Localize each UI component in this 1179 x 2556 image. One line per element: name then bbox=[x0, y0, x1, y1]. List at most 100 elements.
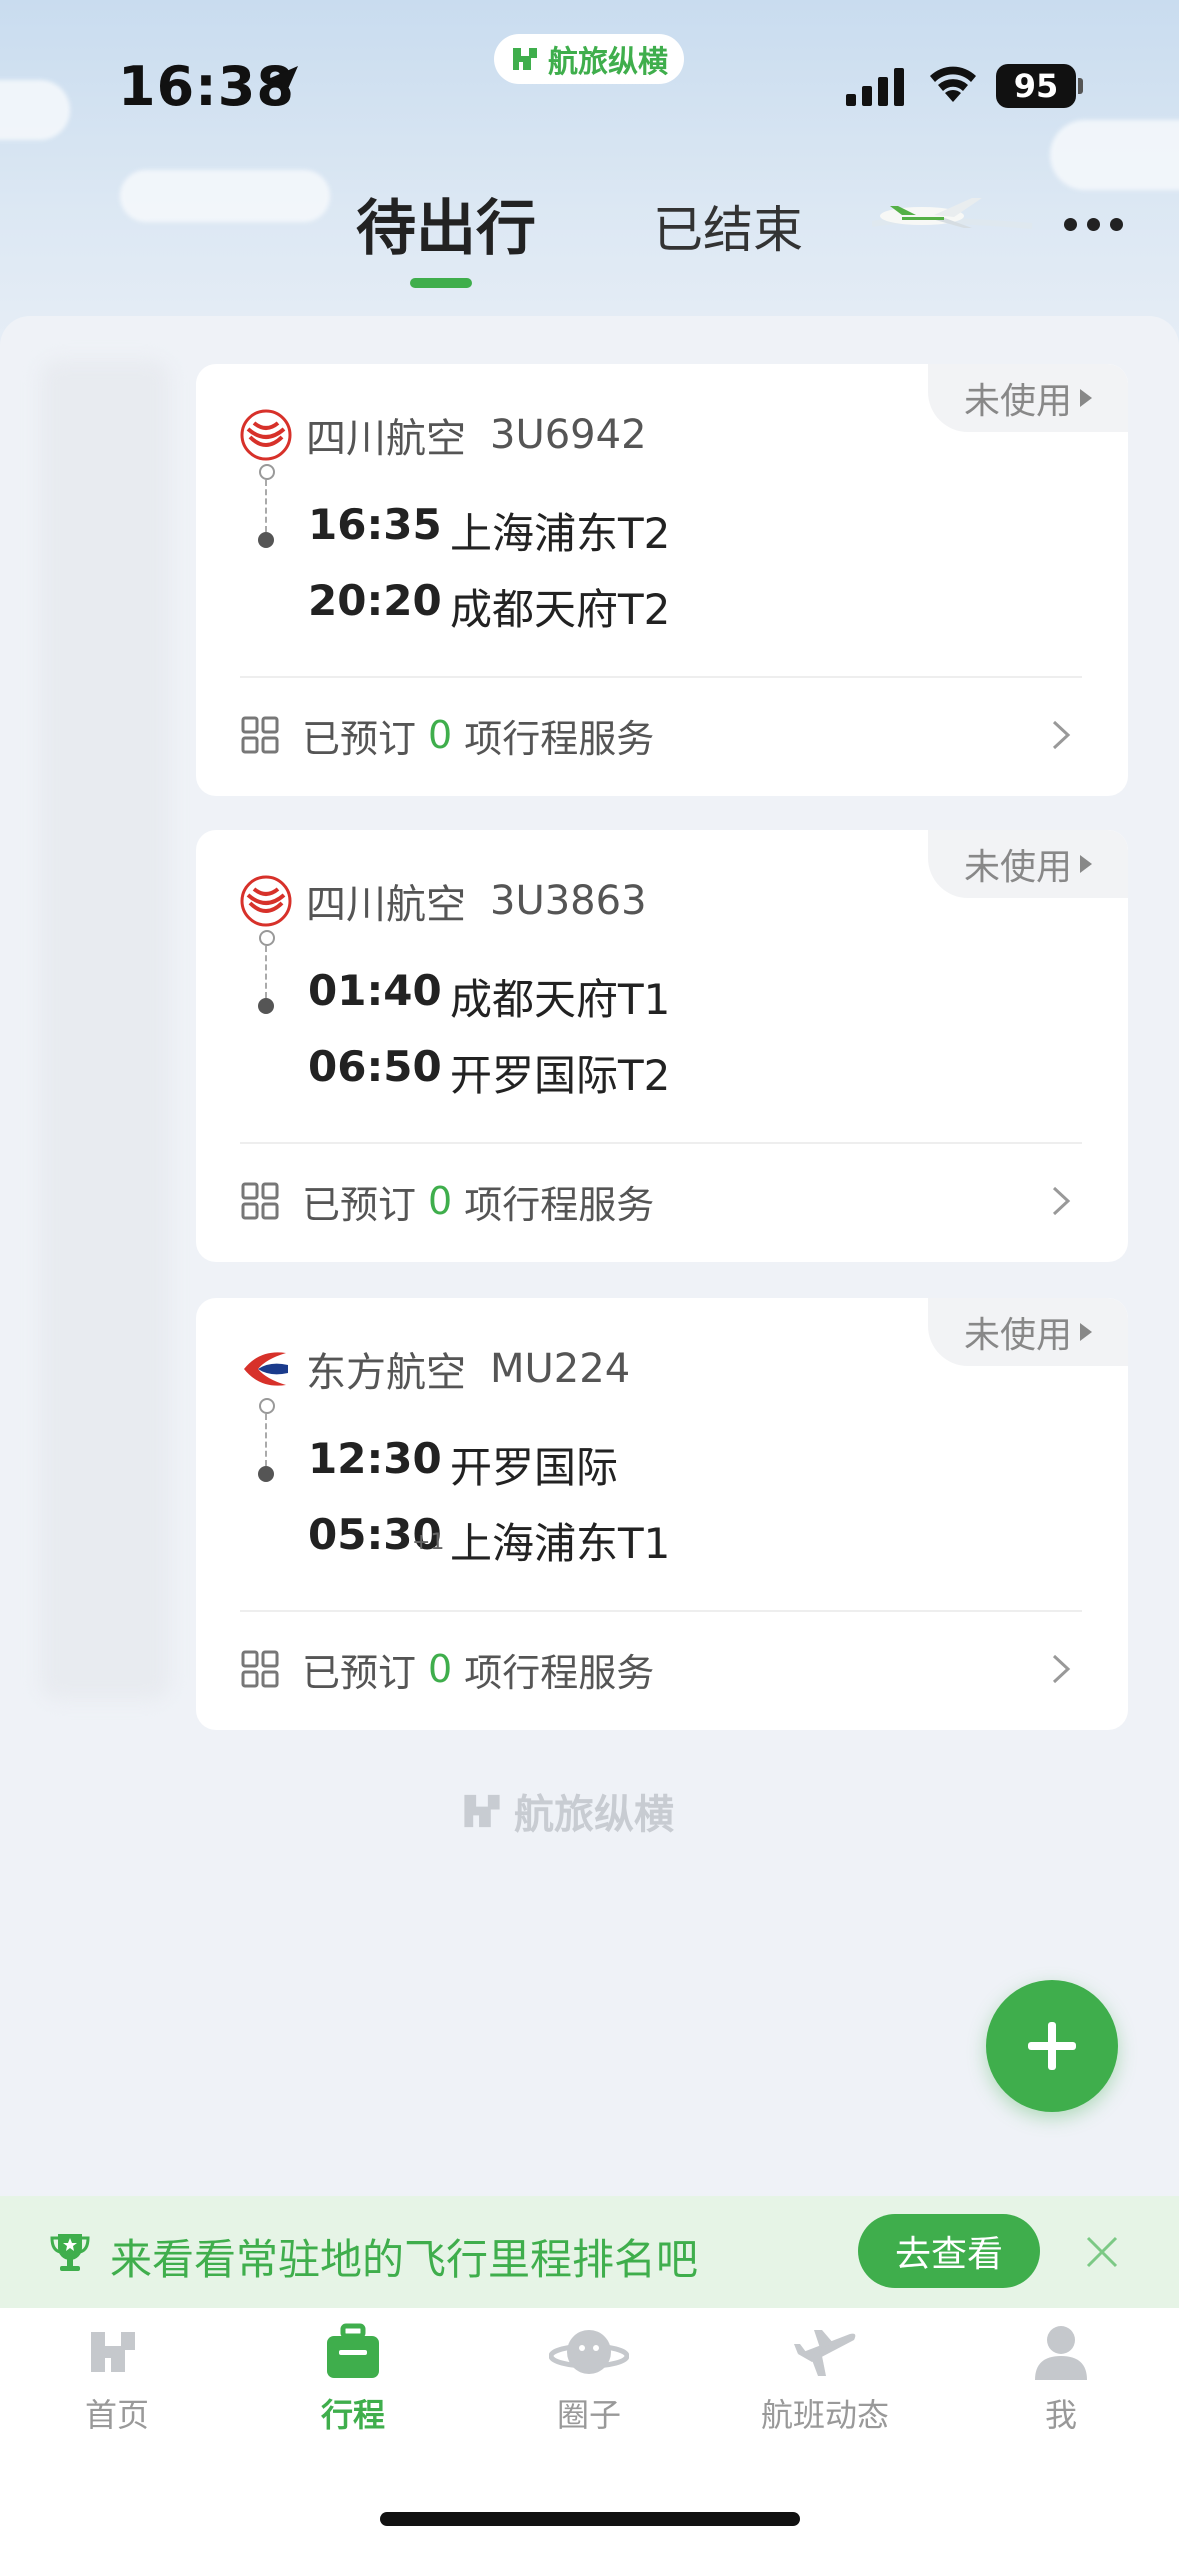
airline-name: 四川航空 bbox=[306, 416, 466, 462]
departure-dot bbox=[259, 930, 275, 946]
services-count: 0 bbox=[428, 713, 453, 757]
watermark-text: 航旅纵横 bbox=[514, 1792, 674, 1838]
trophy-icon bbox=[50, 2234, 90, 2271]
china-eastern-logo-icon bbox=[244, 1352, 288, 1386]
status-tag[interactable]: 未使用 bbox=[928, 1298, 1128, 1366]
divider bbox=[240, 676, 1082, 678]
airline-row: 四川航空 3U3863 bbox=[240, 872, 647, 930]
airline-row: 东方航空 MU224 bbox=[240, 1340, 630, 1398]
person-icon bbox=[1035, 2326, 1087, 2380]
tabbar-label: 行程 bbox=[320, 2396, 385, 2434]
divider bbox=[240, 1610, 1082, 1612]
tabbar-item-trips[interactable]: 行程 bbox=[253, 2322, 453, 2436]
flight-number: 3U6942 bbox=[490, 412, 647, 458]
chevron-right-icon bbox=[1052, 720, 1071, 750]
triangle-right-icon bbox=[1080, 389, 1092, 407]
trip-card[interactable]: 未使用 四川航空 3U3863 01:40 成都天府T1 06:50 开罗国际T… bbox=[196, 830, 1128, 1262]
departure-dot bbox=[259, 1398, 275, 1414]
services-row[interactable]: 已预订 0 项行程服务 bbox=[240, 1176, 1082, 1227]
services-suffix: 项行程服务 bbox=[464, 1182, 655, 1227]
chevron-right-icon bbox=[1052, 1654, 1071, 1684]
departure-airport: 开罗国际 bbox=[450, 1443, 619, 1492]
brand-name: 航旅纵横 bbox=[548, 45, 668, 80]
departure-row: 16:35 上海浦东T2 bbox=[196, 500, 1096, 560]
flight-number: MU224 bbox=[490, 1346, 631, 1392]
promo-view-button[interactable]: 去查看 bbox=[858, 2214, 1040, 2288]
services-suffix: 项行程服务 bbox=[464, 716, 655, 761]
plane-icon bbox=[794, 2330, 856, 2376]
tabbar-item-me[interactable]: 我 bbox=[961, 2322, 1161, 2436]
arrival-row: 06:50 开罗国际T2 bbox=[196, 1042, 1096, 1102]
signal-icon bbox=[846, 68, 904, 106]
services-row[interactable]: 已预订 0 项行程服务 bbox=[240, 710, 1082, 761]
status-tag[interactable]: 未使用 bbox=[928, 364, 1128, 432]
services-prefix: 已预订 bbox=[302, 1182, 417, 1227]
arrival-airport: 上海浦东T1 bbox=[450, 1519, 671, 1568]
services-suffix: 项行程服务 bbox=[464, 1650, 655, 1695]
chevron-right-icon bbox=[1052, 1186, 1071, 1216]
tabbar-label: 圈子 bbox=[556, 2396, 621, 2434]
close-icon[interactable] bbox=[1082, 2232, 1122, 2272]
sichuan-airlines-logo-icon bbox=[240, 409, 292, 461]
tabbar-item-flight-status[interactable]: 航班动态 bbox=[725, 2322, 925, 2436]
airline-name: 四川航空 bbox=[306, 882, 466, 928]
tabbar-item-circle[interactable]: 圈子 bbox=[489, 2322, 689, 2436]
arrival-row: 05:30 +1 上海浦东T1 bbox=[196, 1510, 1096, 1570]
battery-tip bbox=[1078, 78, 1083, 94]
status-label: 未使用 bbox=[963, 1315, 1072, 1356]
plus-icon bbox=[1028, 2022, 1076, 2070]
battery-indicator: 95 bbox=[996, 64, 1076, 108]
more-button[interactable] bbox=[1064, 218, 1123, 231]
trip-card[interactable]: 未使用 四川航空 3U6942 16:35 上海浦东T2 20:20 成都天府T… bbox=[196, 364, 1128, 796]
grid-icon bbox=[241, 1182, 279, 1220]
more-dot bbox=[1087, 218, 1100, 231]
tabbar-label: 航班动态 bbox=[760, 2396, 889, 2434]
trip-card[interactable]: 未使用 东方航空 MU224 12:30 开罗国际 05:30 +1 上海浦东T… bbox=[196, 1298, 1128, 1730]
grid-icon bbox=[241, 1650, 279, 1688]
tabbar-item-home[interactable]: 首页 bbox=[17, 2322, 217, 2436]
promo-banner: 来看看常驻地的飞行里程排名吧 去查看 bbox=[0, 2196, 1179, 2308]
home-icon bbox=[91, 2332, 135, 2372]
grid-icon bbox=[241, 716, 279, 754]
airline-row: 四川航空 3U6942 bbox=[240, 406, 647, 464]
services-count: 0 bbox=[428, 1647, 453, 1691]
departure-time: 12:30 bbox=[308, 1434, 442, 1483]
services-prefix: 已预订 bbox=[302, 1650, 417, 1695]
brand-logo-icon bbox=[464, 1794, 500, 1828]
flight-number: 3U3863 bbox=[490, 878, 647, 924]
triangle-right-icon bbox=[1080, 855, 1092, 873]
departure-row: 12:30 开罗国际 bbox=[196, 1434, 1096, 1494]
departure-time: 16:35 bbox=[308, 500, 442, 549]
more-dot bbox=[1064, 218, 1077, 231]
brand-logo-icon bbox=[513, 48, 537, 70]
home-indicator bbox=[380, 2512, 800, 2526]
arrival-row: 20:20 成都天府T2 bbox=[196, 576, 1096, 636]
services-row[interactable]: 已预订 0 项行程服务 bbox=[240, 1644, 1082, 1695]
departure-time: 01:40 bbox=[308, 966, 442, 1015]
tabbar-label: 首页 bbox=[84, 2396, 149, 2434]
location-arrow-icon bbox=[266, 66, 298, 98]
airline-name: 东方航空 bbox=[306, 1350, 466, 1396]
arrival-time: 06:50 bbox=[308, 1042, 442, 1091]
arrival-airport: 成都天府T2 bbox=[450, 585, 671, 634]
departure-dot bbox=[259, 464, 275, 480]
arrival-airport: 开罗国际T2 bbox=[450, 1051, 671, 1100]
sichuan-airlines-logo-icon bbox=[240, 875, 292, 927]
tab-upcoming[interactable]: 待出行 bbox=[356, 180, 536, 267]
more-dot bbox=[1110, 218, 1123, 231]
brand-pill[interactable]: 航旅纵横 bbox=[494, 34, 684, 84]
status-label: 未使用 bbox=[963, 847, 1072, 888]
departure-airport: 上海浦东T2 bbox=[450, 509, 671, 558]
status-tag[interactable]: 未使用 bbox=[928, 830, 1128, 898]
status-label: 未使用 bbox=[963, 381, 1072, 422]
services-prefix: 已预订 bbox=[302, 716, 417, 761]
triangle-right-icon bbox=[1080, 1323, 1092, 1341]
promo-text: 来看看常驻地的飞行里程排名吧 bbox=[110, 2235, 699, 2284]
tab-finished[interactable]: 已结束 bbox=[653, 190, 803, 262]
services-count: 0 bbox=[428, 1179, 453, 1223]
blurred-side-panel bbox=[40, 360, 170, 1700]
departure-airport: 成都天府T1 bbox=[450, 975, 671, 1024]
planet-icon bbox=[548, 2330, 630, 2374]
watermark-logo: 航旅纵横 bbox=[460, 1782, 674, 1840]
add-trip-button[interactable] bbox=[986, 1980, 1118, 2112]
